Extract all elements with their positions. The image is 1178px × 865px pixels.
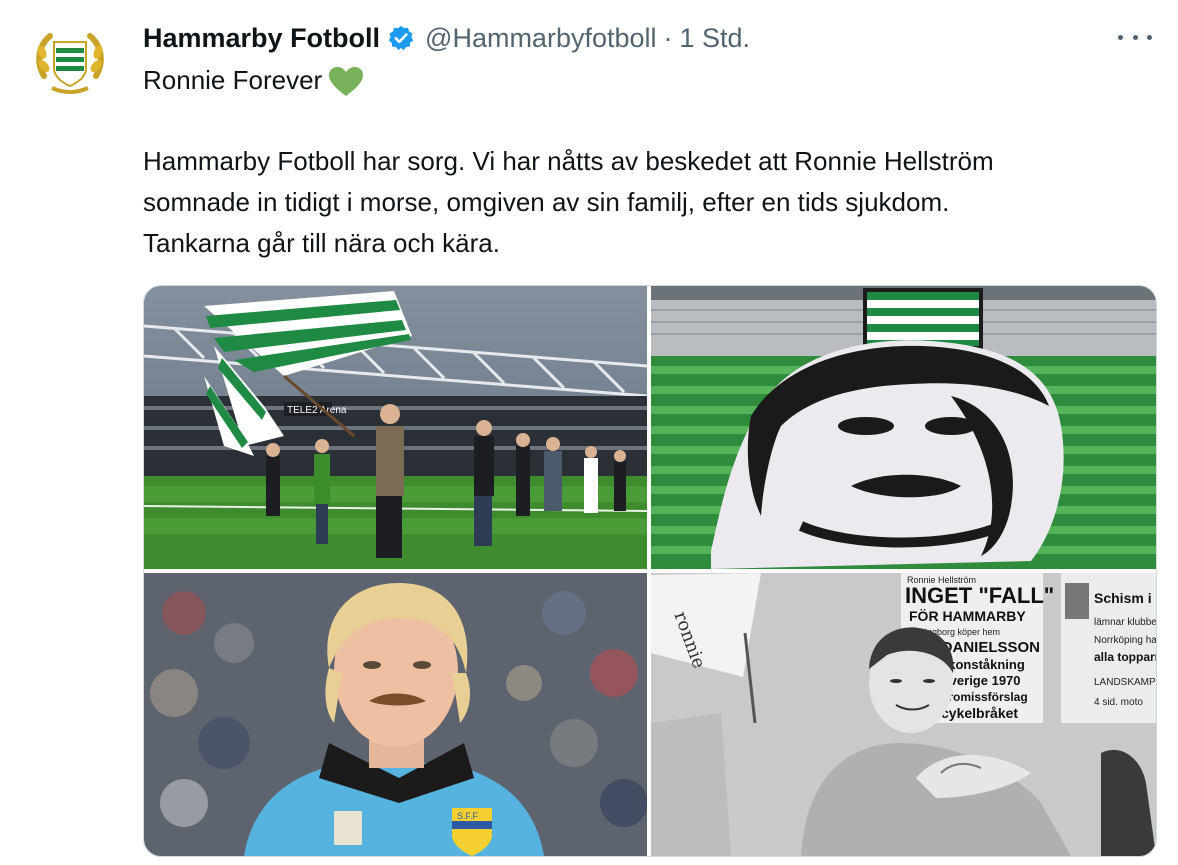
photo-stadium-flags[interactable]: TELE2 Arena	[144, 286, 647, 569]
svg-text:lämnar klubbe: lämnar klubbe	[1094, 617, 1156, 628]
tweet-header: Hammarby Fotboll @Hammarbyfotboll · 1 St…	[143, 18, 750, 58]
tweet-timestamp[interactable]: 1 Std.	[680, 23, 751, 54]
svg-text:LANDSKAMPE: LANDSKAMPE	[1094, 677, 1156, 688]
tweet-text-line-1: Ronnie Forever	[143, 62, 364, 99]
tweet-headline: Ronnie Forever	[143, 65, 323, 95]
tweet-body-line: somnade in tidigt i morse, omgiven av si…	[143, 187, 950, 217]
hammarby-crest-icon	[30, 22, 110, 102]
svg-text:promissförslag: promissförslag	[941, 690, 1028, 704]
svg-text:i konståkning: i konståkning	[941, 657, 1025, 672]
svg-text:Norrköping ha: Norrköping ha	[1094, 635, 1156, 646]
svg-text:cykelbråket: cykelbråket	[941, 705, 1018, 721]
svg-text:FÖR HAMMARBY: FÖR HAMMARBY	[909, 608, 1026, 624]
more-options-icon[interactable]	[1118, 22, 1152, 52]
verified-badge-icon	[387, 24, 415, 52]
arena-sign-text: TELE2 Arena	[287, 405, 347, 416]
goalkeeper-portrait-photo: S.F.F	[144, 573, 647, 856]
badge-text: S.F.F	[457, 811, 479, 821]
svg-text:INGET "FALL": INGET "FALL"	[905, 583, 1054, 608]
photo-newspaper-wall[interactable]: ronnie Ronnie Hellström INGET "FALL" FÖR…	[651, 573, 1156, 856]
stadium-flags-photo: TELE2 Arena	[144, 286, 647, 569]
avatar[interactable]	[30, 22, 110, 102]
media-grid: TELE2 Arena S.F.F ronnie Ronnie Hellströ…	[143, 285, 1157, 857]
separator-dot: ·	[663, 22, 673, 53]
green-heart-icon	[328, 66, 364, 98]
author-handle[interactable]: @Hammarbyfotboll	[425, 23, 656, 54]
svg-text:alla topparn: alla topparn	[1094, 650, 1156, 664]
author-name[interactable]: Hammarby Fotboll	[143, 23, 380, 54]
svg-text:4 sid. moto: 4 sid. moto	[1094, 697, 1143, 708]
tweet-body-line: Tankarna går till nära och kära.	[143, 228, 500, 258]
photo-tifo-banner[interactable]	[651, 286, 1156, 569]
svg-text:Schism i ÖIS: Schism i ÖIS	[1094, 590, 1156, 606]
tweet-body-line: Hammarby Fotboll har sorg. Vi har nåtts …	[143, 146, 994, 176]
tifo-banner-photo	[651, 286, 1156, 569]
newspaper-wall-photo: ronnie Ronnie Hellström INGET "FALL" FÖR…	[651, 573, 1156, 856]
photo-goalkeeper-portrait[interactable]: S.F.F	[144, 573, 647, 856]
